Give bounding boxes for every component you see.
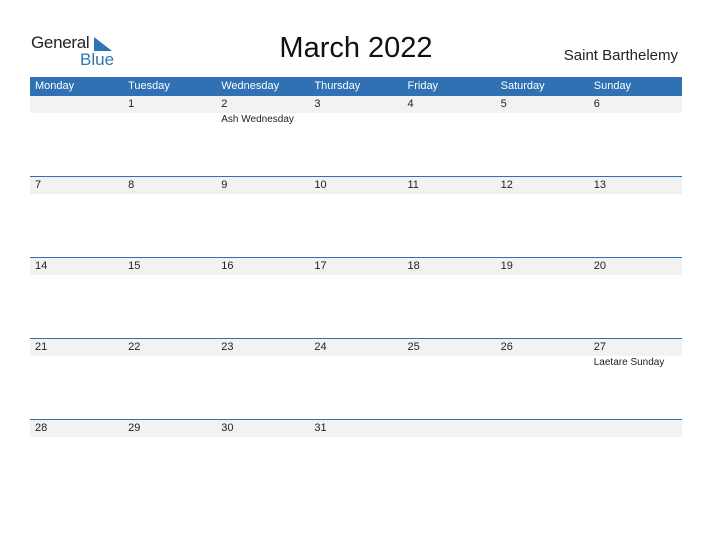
day-number: 3 [314,98,321,110]
weekday-wednesday: Wednesday [221,80,280,92]
day-cell: 5 [496,96,589,113]
week-row: 7 8 9 10 11 12 13 [30,176,682,258]
day-cell: 9 [216,177,309,194]
day-cell: 3 [309,96,402,113]
day-number: 22 [128,341,141,353]
date-strip: 21 22 23 24 25 26 27 Laetare Sunday [30,339,682,368]
day-number: 8 [128,179,135,191]
date-strip: 28 29 30 31 [30,420,682,437]
day-number: 31 [314,422,327,434]
day-number: 15 [128,260,141,272]
weekday-tuesday: Tuesday [128,80,170,92]
day-number: 21 [35,341,48,353]
day-number: 29 [128,422,141,434]
day-number: 14 [35,260,48,272]
day-cell: 25 [403,339,496,356]
weekday-thursday: Thursday [314,80,361,92]
day-number: 5 [500,98,507,110]
day-cell: 21 [30,339,123,356]
day-cell: 16 [216,258,309,275]
date-strip: 7 8 9 10 11 12 13 [30,177,682,194]
week-row: 21 22 23 24 25 26 27 Laetare Sunday [30,338,682,420]
day-number: 28 [35,422,48,434]
day-number: 19 [500,260,513,272]
weekday-header: Monday Tuesday Wednesday Thursday Friday… [30,77,682,96]
day-number: 30 [221,422,234,434]
day-number: 2 [221,98,228,110]
day-cell: 2 Ash Wednesday [216,96,309,125]
weekday-saturday: Saturday [500,80,545,92]
day-number: 9 [221,179,228,191]
weekday-monday: Monday [35,80,75,92]
day-number: 20 [593,260,606,272]
day-cell: 19 [496,258,589,275]
day-cell: 29 [123,420,216,437]
weekday-sunday: Sunday [593,80,632,92]
day-number: 18 [407,260,420,272]
date-strip: 14 15 16 17 18 19 20 [30,258,682,275]
day-number: 27 [593,341,606,353]
day-cell: 10 [309,177,402,194]
day-cell: 30 [216,420,309,437]
weekday-friday: Friday [407,80,439,92]
day-cell: 20 [589,258,682,275]
day-number: 25 [407,341,420,353]
country-name: Saint Barthelemy [563,47,678,64]
day-number: 16 [221,260,234,272]
day-number: 10 [314,179,327,191]
day-cell: 23 [216,339,309,356]
day-number: 12 [500,179,513,191]
day-cell: 12 [496,177,589,194]
day-cell: 18 [403,258,496,275]
day-number: 26 [500,341,513,353]
day-cell: 27 Laetare Sunday [589,339,682,368]
day-cell: 31 [309,420,402,437]
day-number: 24 [314,341,327,353]
day-number: 13 [593,179,606,191]
day-cell: 1 [123,96,216,113]
holiday-label: Laetare Sunday [593,357,665,368]
week-row: 28 29 30 31 [30,419,682,501]
day-cell: 28 [30,420,123,437]
day-cell [496,420,589,437]
day-cell: 24 [309,339,402,356]
day-number: 1 [128,98,135,110]
day-cell: 6 [589,96,682,113]
day-cell: 4 [403,96,496,113]
date-strip: 1 2 Ash Wednesday 3 4 5 6 [30,96,682,125]
day-cell [30,96,123,113]
day-number: 23 [221,341,234,353]
day-cell: 17 [309,258,402,275]
day-number: 11 [407,179,419,191]
day-cell: 13 [589,177,682,194]
holiday-label: Ash Wednesday [221,114,294,125]
day-cell: 22 [123,339,216,356]
day-cell: 26 [496,339,589,356]
day-number: 4 [407,98,414,110]
day-number: 7 [35,179,42,191]
week-row: 14 15 16 17 18 19 20 [30,257,682,339]
day-cell: 7 [30,177,123,194]
day-cell: 15 [123,258,216,275]
day-cell [589,420,682,437]
day-cell [403,420,496,437]
day-cell: 14 [30,258,123,275]
day-number: 6 [593,98,600,110]
week-row: 1 2 Ash Wednesday 3 4 5 6 [30,96,682,177]
day-cell: 8 [123,177,216,194]
day-cell: 11 [403,177,496,194]
day-number: 17 [314,260,327,272]
